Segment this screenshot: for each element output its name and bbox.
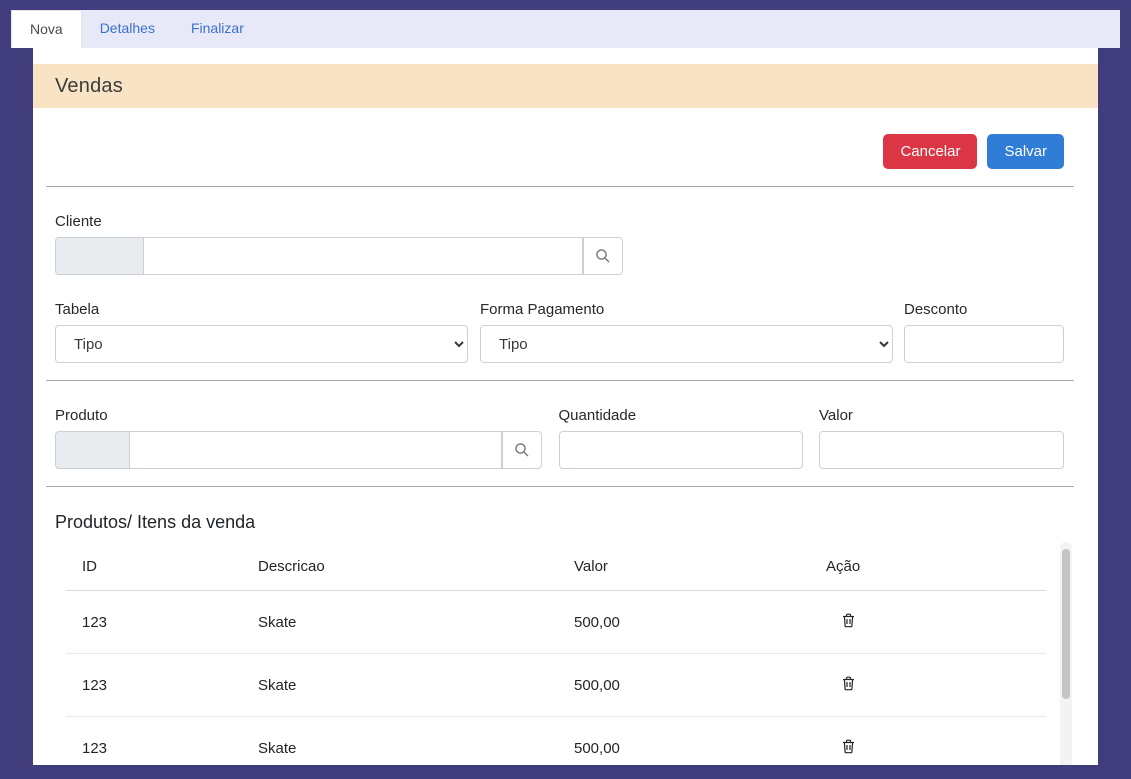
cell-acao [810, 717, 1046, 766]
table-scrollbar-thumb[interactable] [1062, 549, 1070, 699]
cliente-input-group [55, 237, 623, 275]
cell-descricao: Skate [242, 591, 558, 654]
cliente-name-input[interactable] [143, 237, 583, 275]
table-header-row: ID Descricao Valor Ação [66, 542, 1046, 591]
delete-item-button[interactable] [840, 737, 857, 759]
forma-pagamento-field: Forma Pagamento Tipo [480, 301, 893, 363]
col-header-id: ID [66, 542, 242, 591]
trash-icon [842, 739, 855, 754]
divider [46, 486, 1074, 487]
search-icon [595, 248, 611, 264]
table-scrollbar[interactable] [1060, 542, 1072, 765]
cell-valor: 500,00 [558, 591, 810, 654]
tab-finalizar[interactable]: Finalizar [173, 10, 262, 48]
items-table-wrap: ID Descricao Valor Ação 123 Skate 500,00 [66, 542, 1072, 765]
items-section-title: Produtos/ Itens da venda [55, 512, 1064, 533]
quantidade-input[interactable] [559, 431, 803, 469]
cell-descricao: Skate [242, 717, 558, 766]
divider [46, 186, 1074, 187]
desconto-field: Desconto [904, 301, 1064, 363]
quantidade-field: Quantidade [559, 407, 803, 469]
desconto-input[interactable] [904, 325, 1064, 363]
cliente-field: Cliente [55, 213, 623, 275]
tabela-select[interactable]: Tipo [55, 325, 468, 363]
valor-input[interactable] [819, 431, 1064, 469]
delete-item-button[interactable] [840, 674, 857, 696]
cell-id: 123 [66, 654, 242, 717]
produto-field: Produto [55, 407, 542, 469]
table-row: 123 Skate 500,00 [66, 717, 1046, 766]
trash-icon [842, 676, 855, 691]
page-header: Vendas [33, 64, 1098, 108]
col-header-acao: Ação [810, 542, 1046, 591]
cell-acao [810, 654, 1046, 717]
forma-pagamento-select[interactable]: Tipo [480, 325, 893, 363]
tab-detalhes[interactable]: Detalhes [82, 10, 173, 48]
forma-pagamento-label: Forma Pagamento [480, 301, 893, 318]
divider [46, 380, 1074, 381]
search-icon [514, 442, 530, 458]
cell-valor: 500,00 [558, 654, 810, 717]
cliente-label: Cliente [55, 213, 623, 230]
cell-descricao: Skate [242, 654, 558, 717]
tab-nova[interactable]: Nova [11, 10, 82, 48]
produto-search-button[interactable] [502, 431, 542, 469]
cell-acao [810, 591, 1046, 654]
cancelar-button[interactable]: Cancelar [883, 134, 977, 169]
items-table: ID Descricao Valor Ação 123 Skate 500,00 [66, 542, 1046, 765]
items-table-body: 123 Skate 500,00 123 Skate 500,00 [66, 591, 1046, 766]
cell-valor: 500,00 [558, 717, 810, 766]
salvar-button[interactable]: Salvar [987, 134, 1064, 169]
cell-id: 123 [66, 717, 242, 766]
col-header-descricao: Descricao [242, 542, 558, 591]
cliente-row: Cliente [55, 213, 1064, 275]
cliente-id-input[interactable] [55, 237, 143, 275]
card-body: Cancelar Salvar Cliente [33, 134, 1098, 765]
tabela-field: Tabela Tipo [55, 301, 468, 363]
quantidade-label: Quantidade [559, 407, 803, 424]
valor-field: Valor [819, 407, 1064, 469]
table-row: 123 Skate 500,00 [66, 654, 1046, 717]
produto-id-input[interactable] [55, 431, 129, 469]
payment-row: Tabela Tipo Forma Pagamento Tipo Descont… [55, 301, 1064, 363]
tab-bar: Nova Detalhes Finalizar [11, 10, 1120, 48]
actions-row: Cancelar Salvar [55, 134, 1064, 169]
valor-label: Valor [819, 407, 1064, 424]
trash-icon [842, 613, 855, 628]
table-row: 123 Skate 500,00 [66, 591, 1046, 654]
produto-label: Produto [55, 407, 542, 424]
vendas-card: Vendas Cancelar Salvar Cliente [33, 48, 1098, 765]
cell-id: 123 [66, 591, 242, 654]
tabela-label: Tabela [55, 301, 468, 318]
produto-name-input[interactable] [129, 431, 502, 469]
delete-item-button[interactable] [840, 611, 857, 633]
col-header-valor: Valor [558, 542, 810, 591]
cliente-search-button[interactable] [583, 237, 623, 275]
produto-row: Produto Quantidade Valor [55, 407, 1064, 469]
desconto-label: Desconto [904, 301, 1064, 318]
page-title: Vendas [55, 75, 123, 98]
produto-input-group [55, 431, 542, 469]
